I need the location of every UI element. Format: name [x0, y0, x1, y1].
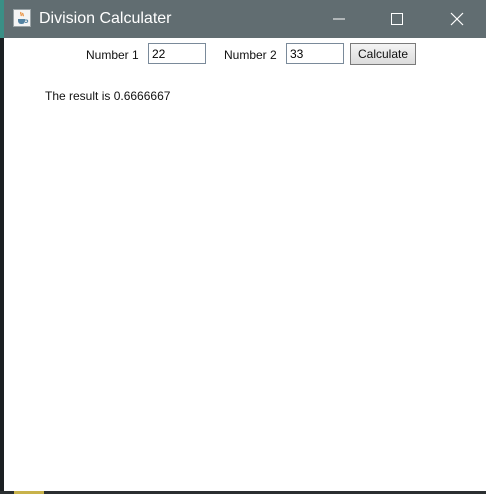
maximize-icon: [391, 13, 403, 25]
number1-label: Number 1: [86, 48, 139, 62]
number2-input[interactable]: [286, 43, 344, 64]
close-icon: [450, 12, 464, 26]
close-button[interactable]: [428, 0, 486, 38]
number2-label: Number 2: [224, 48, 277, 62]
title-bar[interactable]: Division Calculater: [4, 0, 486, 38]
number1-input[interactable]: [148, 43, 206, 64]
maximize-button[interactable]: [368, 0, 426, 38]
desktop: Division Calculater Number 1 22 Number 2…: [0, 0, 486, 494]
content-panel: Number 1 Number 2 Calculate The result i…: [4, 38, 486, 491]
java-coffee-icon[interactable]: [13, 9, 31, 27]
window-title: Division Calculater: [39, 10, 172, 27]
calculate-button[interactable]: Calculate: [350, 43, 416, 65]
result-text: The result is 0.6666667: [45, 89, 171, 103]
minimize-icon: [333, 18, 345, 20]
app-window: Division Calculater Number 1 22 Number 2…: [4, 0, 486, 491]
minimize-button[interactable]: [310, 0, 368, 38]
